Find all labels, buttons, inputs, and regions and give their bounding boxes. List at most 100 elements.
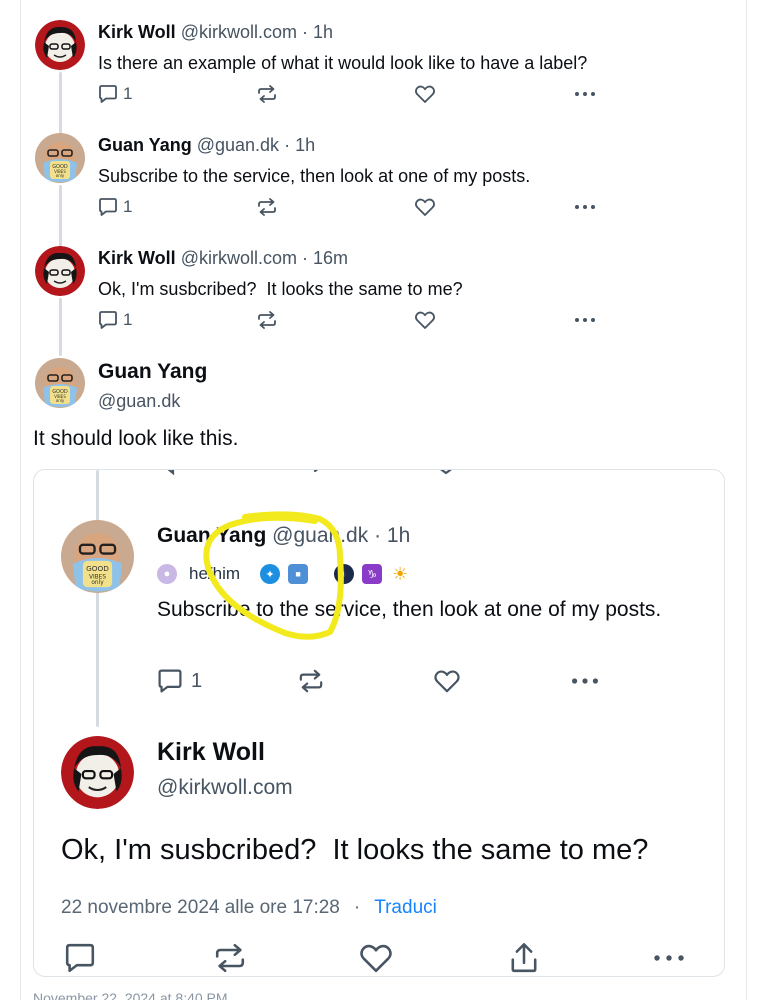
avatar-kirk-woll[interactable] bbox=[61, 736, 134, 809]
author-handle[interactable]: @kirkwoll.com bbox=[181, 248, 297, 268]
share-icon bbox=[507, 942, 541, 974]
repost-button[interactable] bbox=[256, 197, 278, 217]
reply-button[interactable] bbox=[63, 942, 97, 974]
post-actions: 1 bbox=[98, 84, 608, 108]
repost-button[interactable] bbox=[212, 942, 248, 974]
space-badge-icon: ◐ bbox=[334, 564, 355, 584]
reply-button[interactable]: 1 bbox=[98, 84, 132, 104]
author-name[interactable]: Guan Yang bbox=[157, 524, 266, 547]
translate-link[interactable]: Traduci bbox=[374, 897, 437, 918]
capricorn-badge-icon: ♑ bbox=[362, 564, 383, 584]
reply-count: 1 bbox=[191, 669, 203, 692]
author-handle[interactable]: @kirkwoll.com bbox=[181, 22, 297, 42]
like-icon bbox=[440, 470, 452, 475]
post-text: Ok, I'm susbcribed? It looks the same to… bbox=[98, 279, 463, 299]
repost-button[interactable] bbox=[256, 310, 278, 330]
post-time[interactable]: 16m bbox=[313, 248, 348, 268]
repost-button[interactable] bbox=[256, 84, 278, 104]
author-handle[interactable]: @guan.dk bbox=[272, 524, 368, 547]
separator-dot: · bbox=[302, 22, 308, 42]
reply-icon bbox=[98, 84, 118, 104]
avatar-kirk-woll[interactable] bbox=[35, 20, 85, 70]
post-time[interactable]: 1h bbox=[295, 135, 315, 155]
like-button[interactable] bbox=[414, 197, 436, 217]
reply-icon bbox=[98, 197, 118, 217]
more-icon bbox=[651, 942, 687, 974]
like-button[interactable] bbox=[358, 942, 394, 974]
separator-dot: · bbox=[284, 135, 291, 155]
post-header: Guan Yang @guan.dk · 1h bbox=[98, 135, 315, 156]
avatar-guan-yang[interactable]: GOOD VIBES only bbox=[61, 520, 134, 593]
post-actions: 1 bbox=[98, 197, 608, 221]
thread-line bbox=[96, 470, 99, 727]
repost-icon bbox=[256, 84, 278, 104]
svg-text:only: only bbox=[56, 173, 65, 178]
post-date: 22 novembre 2024 alle ore 17:28 bbox=[61, 897, 340, 918]
reply-icon bbox=[63, 942, 97, 974]
label-row: ● he/him ✦ ■ ◐ ♑ ☀ bbox=[157, 562, 418, 586]
like-icon bbox=[414, 84, 436, 104]
repost-icon bbox=[256, 310, 278, 330]
avatar-guan-yang[interactable]: GOOD VIBES only bbox=[35, 133, 85, 183]
like-button[interactable] bbox=[433, 668, 461, 694]
post-header: Guan Yang @guan.dk · 1h bbox=[157, 524, 410, 548]
more-options-button[interactable] bbox=[573, 197, 597, 217]
thread-line bbox=[59, 185, 62, 247]
svg-text:only: only bbox=[91, 580, 104, 586]
footer-timestamp: November 22, 2024 at 8:40 PM bbox=[33, 990, 228, 1000]
author-name[interactable]: Guan Yang bbox=[98, 360, 207, 384]
post-actions bbox=[61, 942, 701, 976]
more-options-button[interactable] bbox=[573, 84, 597, 104]
verified-badge-icon: ✦ bbox=[260, 564, 281, 584]
like-button[interactable] bbox=[414, 310, 436, 330]
thread-line bbox=[59, 72, 62, 134]
avatar-guan-yang[interactable]: GOOD VIBES only bbox=[35, 358, 85, 408]
repost-icon bbox=[313, 470, 319, 473]
author-name[interactable]: Kirk Woll bbox=[157, 738, 265, 767]
reply-button[interactable]: 1 bbox=[98, 197, 132, 217]
thread-line bbox=[59, 298, 62, 356]
like-icon bbox=[414, 310, 436, 330]
post-time[interactable]: 1h bbox=[313, 22, 333, 42]
like-icon bbox=[433, 668, 461, 694]
repost-button[interactable] bbox=[297, 668, 325, 694]
more-icon bbox=[569, 668, 601, 694]
share-button[interactable] bbox=[507, 942, 541, 974]
like-icon bbox=[414, 197, 436, 217]
author-handle[interactable]: @guan.dk bbox=[197, 135, 279, 155]
post-text: Subscribe to the service, then look at o… bbox=[98, 166, 531, 186]
post-header: Kirk Woll @kirkwoll.com · 16m bbox=[98, 248, 348, 269]
more-options-button[interactable] bbox=[569, 668, 601, 694]
focus-post-header: Guan Yang @guan.dk bbox=[98, 360, 207, 412]
more-options-button[interactable] bbox=[651, 942, 687, 974]
author-name[interactable]: Guan Yang bbox=[98, 135, 192, 155]
repost-icon bbox=[297, 668, 325, 694]
author-name[interactable]: Kirk Woll bbox=[98, 248, 176, 268]
author-handle[interactable]: @guan.dk bbox=[98, 391, 207, 412]
pronouns-label[interactable]: he/him bbox=[189, 564, 240, 584]
post-text: Is there an example of what it would loo… bbox=[98, 53, 588, 73]
like-button[interactable] bbox=[414, 84, 436, 104]
repost-icon bbox=[256, 197, 278, 217]
more-icon bbox=[573, 84, 597, 104]
separator-dot: · bbox=[302, 248, 308, 268]
author-name[interactable]: Kirk Woll bbox=[98, 22, 176, 42]
separator-dot: · bbox=[374, 524, 382, 547]
more-icon bbox=[573, 197, 597, 217]
embedded-screenshot: GOOD VIBES only Guan Yang @guan.dk · 1h ● … bbox=[33, 469, 725, 977]
reply-button[interactable]: 1 bbox=[157, 668, 202, 694]
reply-count: 1 bbox=[123, 197, 133, 216]
reply-button[interactable]: 1 bbox=[98, 310, 132, 330]
like-icon bbox=[358, 942, 394, 974]
reply-icon bbox=[157, 668, 183, 694]
avatar-kirk-woll[interactable] bbox=[35, 246, 85, 296]
pronouns-label-icon: ● bbox=[157, 564, 177, 584]
reply-count: 1 bbox=[123, 84, 133, 103]
svg-text:GOOD: GOOD bbox=[86, 564, 109, 573]
repost-icon bbox=[212, 942, 248, 974]
sun-badge-icon: ☀ bbox=[391, 563, 409, 584]
svg-text:only: only bbox=[56, 398, 65, 403]
author-handle[interactable]: @kirkwoll.com bbox=[157, 776, 293, 800]
post-time[interactable]: 1h bbox=[387, 524, 410, 547]
more-options-button[interactable] bbox=[573, 310, 597, 330]
